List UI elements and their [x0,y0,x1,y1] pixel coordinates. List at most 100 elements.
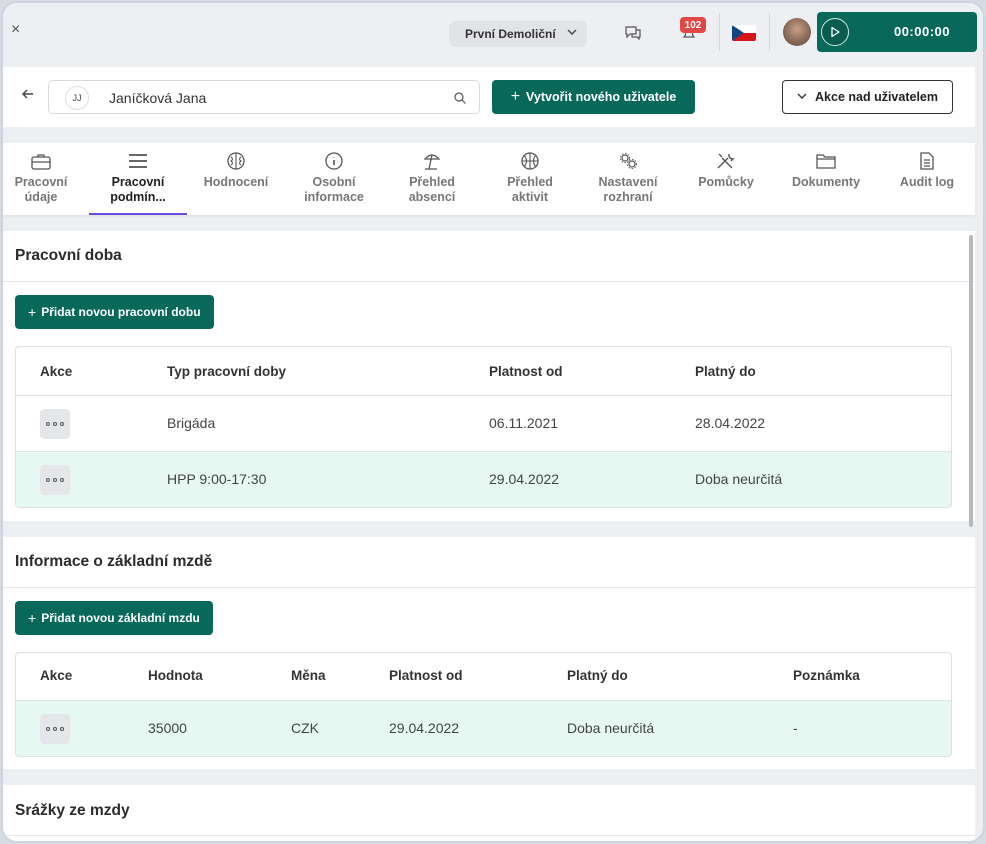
tab-label: absencí [408,190,456,204]
section-title: Informace o základní mzdě [15,553,213,570]
beach-umbrella-icon [423,154,441,170]
time-tracker: 00:00:00 [817,12,977,52]
divider [3,835,975,836]
divider [3,281,975,282]
tab-label: Audit log [899,175,955,189]
add-salary-button[interactable]: + Přidat novou základní mzdu [15,601,213,635]
gears-icon [620,153,637,169]
chat-icon[interactable] [623,23,643,43]
company-selector[interactable]: První Demoliční [449,21,587,47]
cell-to: 28.04.2022 [695,415,766,431]
tab-nastaveni-rozhrani[interactable]: Nastavení rozhraní [585,143,671,215]
cell-note: - [793,720,798,736]
tab-label: podmín... [110,190,166,204]
user-bar: JJ Janíčková Jana + Vytvořit nového uživ… [3,67,975,127]
folder-icon [816,154,836,169]
back-arrow-icon[interactable] [21,87,35,106]
work-time-section: Pracovní doba + Přidat novou pracovní do… [3,231,975,521]
brain-icon [227,152,245,170]
base-salary-section: Informace o základní mzdě + Přidat novou… [3,537,975,769]
tab-prehled-absenci[interactable]: Přehled absencí [389,143,475,215]
column-header: Platnost od [489,364,563,379]
column-header: Platný do [567,668,628,683]
tab-pracovni-podminky[interactable]: Pracovní podmín... [89,143,187,215]
tab-osobni-informace[interactable]: Osobní informace [291,143,377,215]
table-row: 35000 CZK 29.04.2022 Doba neurčitá - [16,700,951,756]
user-actions-button[interactable]: Akce nad uživatelem [782,80,953,114]
column-header: Akce [40,668,73,683]
table-row: Brigáda 06.11.2021 28.04.2022 [16,395,951,451]
top-bar: × První Demoliční 102 00:00:00 [3,3,983,63]
tab-dokumenty[interactable]: Dokumenty [781,143,871,215]
briefcase-icon [31,154,51,170]
tab-label: aktivit [511,190,549,204]
tab-prehled-aktivit[interactable]: Přehled aktivit [487,143,573,215]
create-user-button[interactable]: + Vytvořit nového uživatele [492,80,695,114]
cell-from: 06.11.2021 [489,415,559,431]
user-actions-label: Akce nad uživatelem [815,90,938,104]
add-work-time-button[interactable]: + Přidat novou pracovní dobu [15,295,214,329]
work-time-table: Akce Typ pracovní doby Platnost od Platn… [15,346,952,508]
more-actions-button[interactable] [40,465,70,495]
tab-label: údaje [24,190,58,204]
column-header: Platnost od [389,668,463,683]
search-icon[interactable] [453,91,467,105]
tools-icon [717,153,735,169]
tab-label: rozhraní [603,190,653,204]
divider [769,13,770,51]
column-header: Měna [291,668,326,683]
czech-flag-icon[interactable] [732,25,756,41]
tab-label: informace [304,190,364,204]
cell-from: 29.04.2022 [489,471,560,487]
plus-icon: + [510,88,521,105]
user-search-input[interactable]: JJ Janíčková Jana [48,80,480,114]
basketball-icon [521,152,539,170]
more-actions-button[interactable] [40,714,70,744]
menu-icon [129,154,147,168]
section-title: Srážky ze mzdy [15,802,130,819]
cell-type: HPP 9:00-17:30 [167,471,267,487]
plus-icon: + [28,610,37,626]
tab-label: Přehled [409,175,455,189]
timer-value: 00:00:00 [893,24,951,39]
app-window: × První Demoliční 102 00:00:00 JJ Janíčk… [1,1,985,843]
section-title: Pracovní doba [15,247,122,264]
table-row: HPP 9:00-17:30 29.04.2022 Doba neurčitá [16,451,951,507]
info-icon [325,152,343,170]
divider [719,13,720,51]
column-header: Hodnota [148,668,203,683]
cell-to: Doba neurčitá [695,471,783,487]
cell-from: 29.04.2022 [389,720,460,736]
chevron-down-icon [567,27,577,40]
company-name: První Demoliční [465,27,556,41]
notifications-badge: 102 [680,17,706,33]
user-initials-avatar: JJ [65,86,89,110]
tab-bar: Pracovní údaje Pracovní podmín... Hodnoc… [3,143,975,215]
selected-user-name: Janíčková Jana [109,90,207,106]
active-tab-indicator [89,213,187,215]
tab-label: Pracovní [111,175,165,189]
create-user-label: Vytvořit nového uživatele [526,90,677,104]
tab-pomucky[interactable]: Pomůcky [683,143,769,215]
tab-label: Pracovní [14,175,68,189]
tab-label: Osobní [312,175,356,189]
tab-pracovni-udaje[interactable]: Pracovní údaje [3,143,79,215]
salary-table: Akce Hodnota Měna Platnost od Platný do … [15,652,952,757]
tab-hodnoceni[interactable]: Hodnocení [193,143,279,215]
more-actions-button[interactable] [40,409,70,439]
column-header: Platný do [695,364,756,379]
cell-value: 35000 [148,720,187,736]
play-icon[interactable] [821,18,849,46]
scrollbar[interactable] [969,235,973,527]
add-salary-label: Přidat novou základní mzdu [41,611,200,625]
document-icon [920,152,934,170]
tab-audit-log[interactable]: Audit log [883,143,971,215]
chevron-down-icon [797,91,807,104]
column-header: Akce [40,364,73,379]
plus-icon: + [28,304,37,320]
column-header: Typ pracovní doby [167,364,287,379]
close-icon[interactable]: × [11,21,20,39]
avatar[interactable] [783,18,811,46]
cell-to: Doba neurčitá [567,720,655,736]
divider [3,587,975,588]
